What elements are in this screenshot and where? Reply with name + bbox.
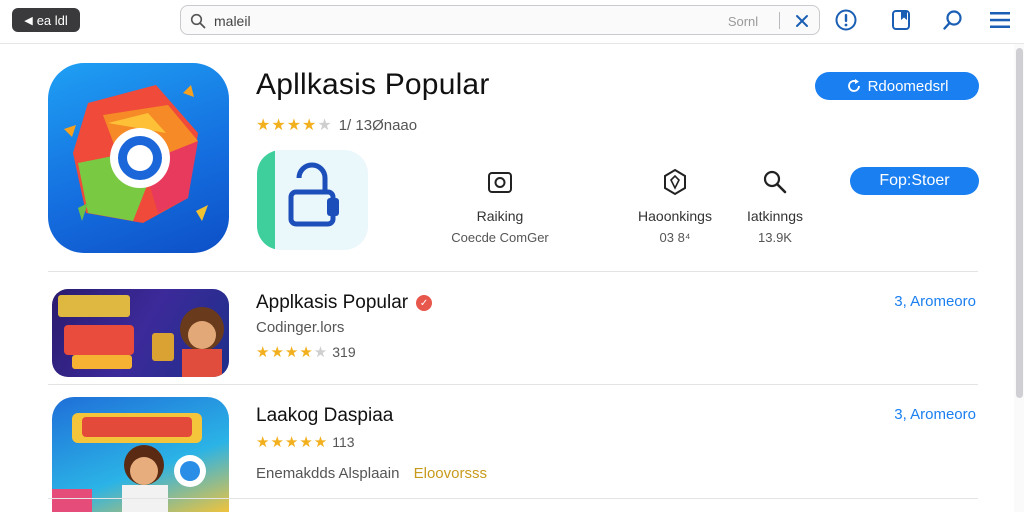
search-hint: Sornl <box>727 14 759 29</box>
list-item-link[interactable]: 3, Aromeoro <box>894 293 976 310</box>
stat-hoonkings: Haoonkings 03 8⁴ <box>630 168 720 245</box>
rating-value: 113 <box>332 434 355 450</box>
stat-label: Raiking <box>476 208 524 224</box>
game-art-icon <box>52 413 206 512</box>
search-field[interactable]: maleil Sornl <box>180 5 820 35</box>
list-item-link[interactable]: 3, Aromeoro <box>894 406 976 423</box>
list-item-title[interactable]: Laakog Daspiaa <box>256 405 393 427</box>
star-rating: ★★★★★ <box>256 344 329 361</box>
list-item-title[interactable]: Applkasis Popular ✓ <box>256 292 433 314</box>
featured-app-title[interactable]: Apllkasis Popular <box>256 68 490 102</box>
bookmark-icon[interactable] <box>889 8 913 32</box>
category-tag[interactable]: Eloovorsss <box>414 465 487 482</box>
badge-icon <box>664 168 686 196</box>
download-button-label: Rdoomedsrl <box>867 77 949 95</box>
back-button-label: ea ldl <box>36 12 68 28</box>
list-item-subtitle: Codinger.lors <box>256 319 345 336</box>
stat-label: Haoonkings <box>638 208 712 224</box>
download-button[interactable]: Rdoomedsrl <box>815 72 979 100</box>
top-bar: ◀ ea ldl maleil Sornl <box>0 0 1024 44</box>
rating-value: 319 <box>332 344 356 360</box>
stat-ratings: Iatkinngs 13.9K <box>735 168 815 245</box>
divider <box>48 271 978 272</box>
search-separator <box>779 12 780 29</box>
star-rating: ★★★★★ <box>256 117 333 134</box>
search-icon[interactable] <box>941 8 965 32</box>
search-icon <box>763 170 787 194</box>
refresh-icon <box>847 79 860 92</box>
info-icon[interactable] <box>834 8 858 32</box>
featured-rating: ★★★★★ 1/ 13Ønaao <box>256 115 417 135</box>
list-item-title-text: Applkasis Popular <box>256 292 409 313</box>
featured-app-icon[interactable] <box>48 63 229 253</box>
list-item-thumbnail[interactable] <box>52 397 229 512</box>
list-item-rating: ★★★★★ 319 <box>256 343 356 361</box>
stat-value: 03 8⁴ <box>659 230 691 245</box>
stat-label: Iatkinngs <box>746 208 804 224</box>
secondary-app-icon[interactable] <box>257 150 368 250</box>
divider <box>48 384 978 385</box>
pop-store-button-label: Fop:Stoer <box>879 172 950 189</box>
camera-logo-icon <box>64 85 208 223</box>
lock-person-icon <box>257 150 339 250</box>
divider <box>48 498 978 499</box>
list-item-description: Enemakdds Alsplaain Eloovorsss <box>256 465 487 482</box>
search-input[interactable]: maleil <box>214 13 251 29</box>
menu-icon[interactable] <box>988 8 1012 32</box>
stat-value: 13.9K <box>758 230 792 245</box>
rating-count: 1/ 13Ønaao <box>338 116 418 134</box>
stat-ranking: Raiking Coecde ComGer <box>438 168 562 245</box>
clear-icon[interactable] <box>792 11 812 31</box>
pop-store-button[interactable]: Fop:Stoer <box>850 167 979 195</box>
back-button[interactable]: ◀ ea ldl <box>12 8 80 32</box>
star-rating: ★★★★★ <box>256 434 329 451</box>
game-art-icon <box>58 295 224 377</box>
camera-icon <box>488 172 512 193</box>
list-item-title-text: Laakog Daspiaa <box>256 405 394 426</box>
search-icon <box>190 13 206 29</box>
scrollbar-thumb[interactable] <box>1016 48 1023 398</box>
description-text: Enemakdds Alsplaain <box>256 465 400 482</box>
verified-badge-icon: ✓ <box>416 295 433 311</box>
back-arrow-icon: ◀ <box>24 14 33 27</box>
list-item-thumbnail[interactable] <box>52 289 229 377</box>
list-item-rating: ★★★★★ 113 <box>256 433 355 451</box>
stat-value: Coecde ComGer <box>451 230 549 245</box>
